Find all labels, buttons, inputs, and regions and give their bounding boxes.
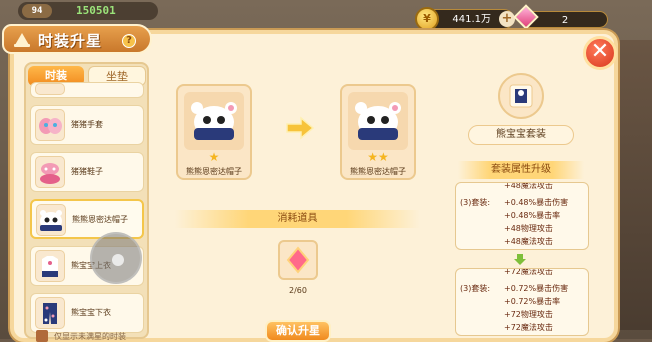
attr-line: +72魔法攻击: [504, 268, 553, 276]
bear-hat-icon: [36, 204, 66, 236]
attr-line: +48物理攻击: [504, 224, 553, 233]
title-banner: 时装升星 ?: [2, 24, 152, 54]
set-prefix: (3)套装:: [460, 284, 491, 293]
item-name: 熊熊恩密达帽子: [72, 215, 128, 224]
upgrade-arrow-icon: [286, 116, 315, 140]
current-set-attributes: +48魔法攻击 (3)套装: +0.48%暴击伤害 +0.48%暴击率 +48物理…: [455, 182, 589, 250]
next-set-attributes: +72魔法攻击 (3)套装: +0.72%暴击伤害 +0.72%暴击率 +72物理…: [455, 268, 589, 336]
list-item[interactable]: 熊宝宝下衣: [30, 293, 144, 333]
list-item-selected[interactable]: 熊熊恩密达帽子: [30, 199, 144, 239]
gem-icon: [513, 4, 539, 30]
gem-icon: [286, 246, 310, 274]
virtual-joystick[interactable]: [90, 232, 142, 284]
attr-line: +48魔法攻击: [504, 237, 553, 246]
material-slot[interactable]: [278, 240, 318, 280]
help-button[interactable]: ?: [122, 34, 136, 48]
player-power-chip: 94 150501: [18, 2, 158, 20]
down-arrow-icon: [514, 254, 526, 265]
shirt-icon: [35, 250, 65, 282]
attr-line: +72魔法攻击: [504, 323, 553, 332]
bear-hat-icon: [348, 92, 408, 150]
coin-icon: ¥: [415, 7, 439, 31]
item-name: 熊宝宝下衣: [71, 308, 111, 317]
coin-counter: ¥ 441.1万 +: [415, 7, 515, 31]
page-title: 时装升星: [38, 32, 103, 50]
set-attr-title: 套装属性升级: [458, 161, 584, 179]
gem-amount: 2: [561, 15, 569, 26]
costume-name: 熊熊恩密达帽子: [186, 167, 242, 176]
pants-icon: [35, 297, 65, 329]
attr-line: +48魔法攻击: [504, 182, 553, 190]
player-level: 94: [22, 4, 52, 18]
star-rating: ★: [208, 150, 220, 164]
filter-label: 仅显示未满星的时装: [54, 332, 126, 341]
filter-checkbox[interactable]: [36, 330, 48, 342]
star-rating: ★★: [367, 150, 389, 164]
glove-icon: [35, 109, 65, 141]
item-thumbnail: [35, 83, 65, 95]
list-item[interactable]: 猪猪手套: [30, 105, 144, 145]
shoe-icon: [35, 156, 65, 188]
consume-label: 消耗道具: [175, 210, 420, 228]
background-scene-right: [620, 40, 652, 330]
costume-list-panel: 时装 坐垫 猪猪手套 猪猪鞋子 熊熊恩密达帽子 熊宝宝下衣: [24, 62, 149, 339]
attr-line: +0.72%暴击率: [504, 297, 561, 306]
joystick-knob[interactable]: [112, 254, 124, 266]
close-button[interactable]: ✕: [583, 36, 617, 70]
gem-counter: 2: [513, 4, 608, 30]
hat-icon: [14, 33, 30, 47]
set-icon: [498, 73, 544, 119]
material-count: 2/60: [289, 286, 307, 295]
coin-amount: 441.1万: [452, 14, 491, 25]
costume-list: 猪猪手套 猪猪鞋子 熊熊恩密达帽子 熊宝宝上衣 熊宝宝下衣: [30, 82, 144, 337]
set-prefix: (3)套装:: [460, 198, 491, 207]
current-costume-card: ★ 熊熊恩密达帽子: [176, 84, 252, 180]
item-name: 猪猪鞋子: [71, 167, 103, 176]
attr-line: +0.72%暴击伤害: [504, 284, 569, 293]
add-coins-button[interactable]: +: [499, 11, 515, 27]
attr-line: +72物理攻击: [504, 310, 553, 319]
set-name: 熊宝宝套装: [468, 125, 574, 145]
player-power: 150501: [76, 4, 116, 17]
costume-name: 熊熊恩密达帽子: [350, 167, 406, 176]
list-item-partial[interactable]: [30, 82, 144, 98]
bear-hat-icon: [184, 92, 244, 150]
item-name: 猪猪手套: [71, 120, 103, 129]
attr-line: +0.48%暴击率: [504, 211, 561, 220]
next-costume-card: ★★ 熊熊恩密达帽子: [340, 84, 416, 180]
list-item[interactable]: 猪猪鞋子: [30, 152, 144, 192]
attr-line: +0.48%暴击伤害: [504, 198, 569, 207]
